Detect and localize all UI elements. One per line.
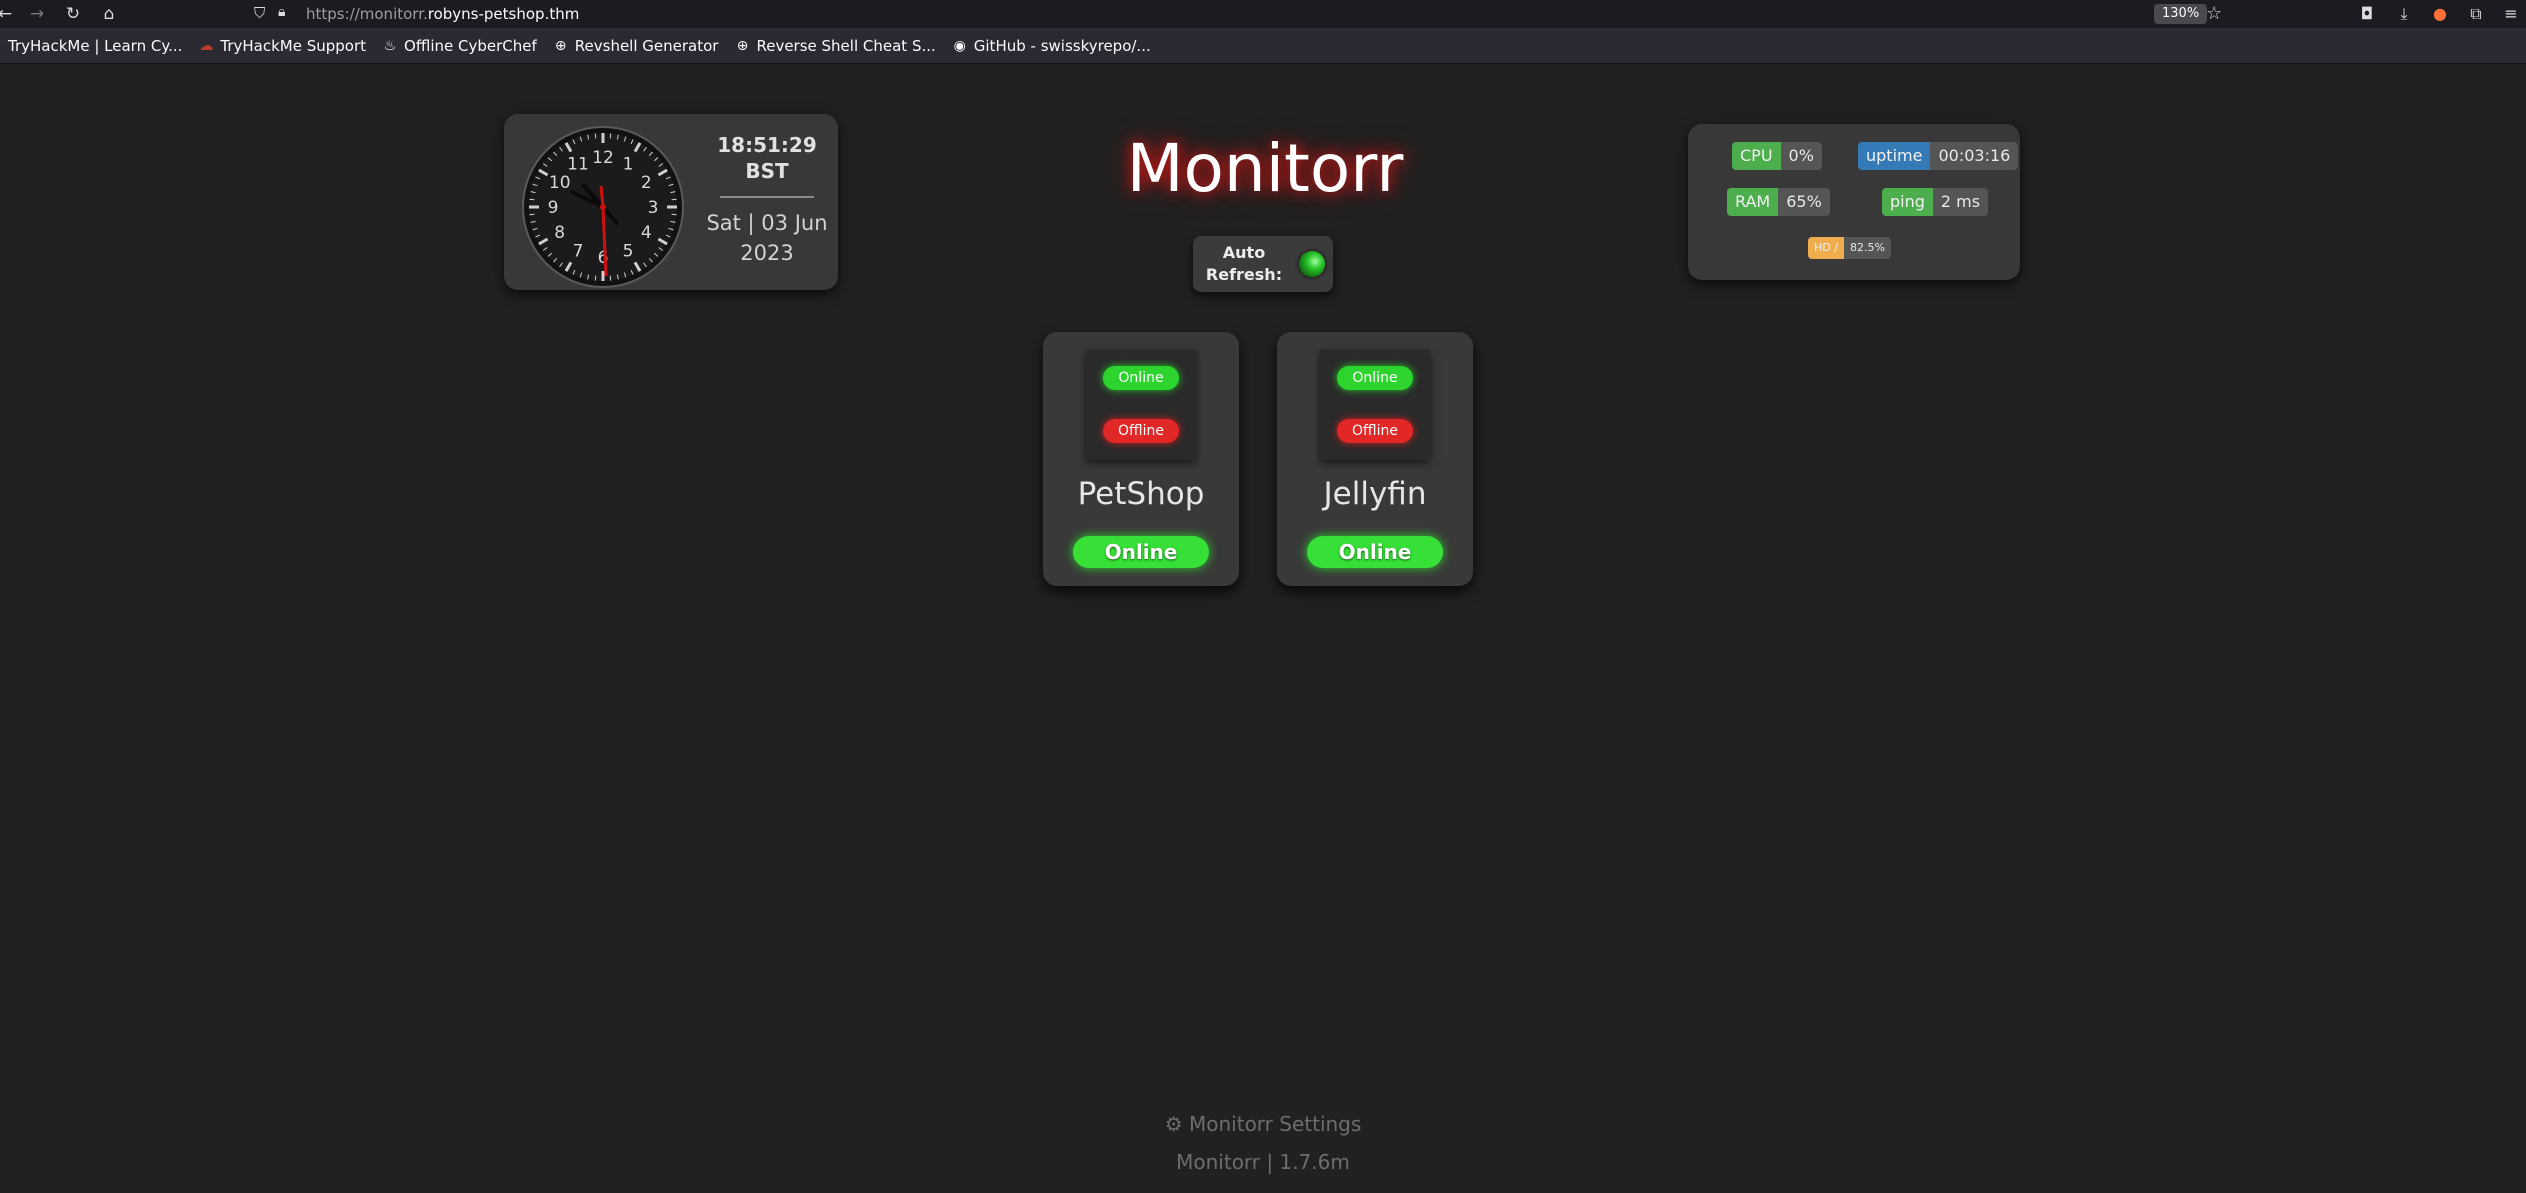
time-text: 18:51:29 (717, 133, 817, 157)
cpu-value: 0% (1780, 142, 1822, 170)
github-icon: ◉ (953, 38, 966, 54)
clock-date: Sat | 03 Jun 2023 (700, 208, 834, 268)
clock-tick (594, 275, 597, 281)
clock-tick (529, 213, 535, 216)
service-card-petshop[interactable]: Online Offline PetShop Online (1043, 332, 1239, 586)
clock-tick (671, 198, 677, 201)
clock-numeral: 5 (623, 241, 634, 261)
bookmarks-toolbar: TryHackMe | Learn Cy... ☁ TryHackMe Supp… (0, 29, 2526, 64)
back-icon[interactable]: ← (0, 3, 16, 25)
disk-label: HD / (1808, 237, 1844, 259)
service-card-jellyfin[interactable]: Online Offline Jellyfin Online (1277, 332, 1473, 586)
service-status-badge: Online (1073, 536, 1209, 568)
forward-icon[interactable]: → (26, 3, 48, 25)
clock-numeral: 12 (592, 148, 614, 168)
bookmark-label: GitHub - swisskyrepo/... (973, 37, 1151, 55)
clock-tick (529, 198, 535, 201)
pocket-icon[interactable]: ◘ (2356, 3, 2378, 25)
service-name: Jellyfin (1323, 476, 1427, 512)
ram-stat: RAM 65% (1727, 188, 1830, 216)
clock-divider (720, 196, 814, 198)
clock-numeral: 2 (641, 173, 652, 193)
uptime-stat: uptime 00:03:16 (1858, 142, 2019, 170)
browser-toolbar: ← → ↻ ⌂ ⛉ 🔒︎ https://monitorr.robyns-pet… (0, 0, 2526, 29)
clock-tick (671, 213, 677, 216)
timezone-text: BST (745, 159, 789, 183)
bookmark-label: TryHackMe Support (220, 37, 367, 55)
bookmark-label: Revshell Generator (574, 37, 719, 55)
service-status-badge: Online (1307, 536, 1443, 568)
ping-value: 2 ms (1932, 188, 1989, 216)
ping-label: ping (1882, 188, 1933, 216)
auto-refresh-indicator-icon[interactable] (1299, 251, 1325, 277)
uptime-label: uptime (1858, 142, 1931, 170)
bookmark-item[interactable]: TryHackMe | Learn Cy... (8, 37, 182, 55)
clock-tick (609, 275, 612, 281)
extensions-icon[interactable]: ⧉ (2465, 3, 2487, 25)
clock-numeral: 8 (554, 223, 565, 243)
shield-icon[interactable]: ⛉ (254, 4, 265, 22)
system-stats-widget: CPU 0% uptime 00:03:16 RAM 65% ping 2 ms… (1688, 124, 2020, 280)
bookmark-label: Offline CyberChef (404, 37, 537, 55)
disk-stat: HD / 82.5% (1808, 237, 1891, 259)
globe-icon: ⊕ (554, 38, 567, 54)
disk-value: 82.5% (1843, 237, 1891, 259)
menu-icon[interactable]: ≡ (2500, 3, 2522, 25)
zoom-level-badge[interactable]: 130% (2154, 4, 2208, 24)
bookmark-item[interactable]: ☁ TryHackMe Support (198, 37, 366, 55)
bookmark-star-icon[interactable]: ☆ (2206, 3, 2222, 24)
download-icon[interactable]: ⤓ (2393, 3, 2415, 25)
bookmark-label: TryHackMe | Learn Cy... (8, 37, 183, 55)
bookmark-item[interactable]: ⊕ Reverse Shell Cheat S... (734, 37, 936, 55)
analog-clock: 12 1234567891011 (522, 126, 684, 288)
date-line: Sat | 03 Jun (706, 211, 828, 235)
clock-digital-time: 18:51:29 BST (704, 132, 830, 184)
bookmark-item[interactable]: ♨ Offline CyberChef (382, 37, 537, 55)
ram-label: RAM (1727, 188, 1779, 216)
clock-tick (609, 133, 612, 139)
chef-hat-icon: ♨ (383, 38, 397, 54)
clock-numeral: 9 (548, 198, 559, 218)
url-text[interactable]: https://monitorr.robyns-petshop.thm (306, 5, 579, 23)
globe-icon: ⊕ (736, 38, 749, 54)
cpu-stat: CPU 0% (1732, 142, 1822, 170)
settings-link[interactable]: ⚙ Monitorr Settings (1100, 1112, 1426, 1136)
ping-stat: ping 2 ms (1882, 188, 1989, 216)
clock-numeral: 10 (549, 173, 571, 193)
lock-icon[interactable]: 🔒︎ (278, 4, 285, 20)
bookmark-item[interactable]: ⊕ Revshell Generator (553, 37, 719, 55)
version-text: Monitorr | 1.7.6m (1176, 1150, 1350, 1174)
clock-numeral: 1 (623, 155, 634, 175)
page-title: Monitorr (1126, 130, 1404, 207)
offline-indicator: Offline (1103, 419, 1179, 443)
cpu-label: CPU (1732, 142, 1781, 170)
clock-numeral: 11 (567, 155, 589, 175)
clock-numeral: 3 (648, 198, 659, 218)
firefox-account-icon[interactable]: ● (2429, 3, 2451, 25)
clock-numeral: 4 (641, 223, 652, 243)
service-status-image: Online Offline (1086, 350, 1196, 460)
year-line: 2023 (740, 241, 794, 265)
reload-icon[interactable]: ↻ (62, 3, 84, 25)
clock-numeral: 7 (573, 241, 584, 261)
uptime-value: 00:03:16 (1930, 142, 2019, 170)
settings-label: Monitorr Settings (1189, 1112, 1362, 1136)
home-icon[interactable]: ⌂ (98, 3, 120, 25)
service-name: PetShop (1077, 476, 1205, 512)
gear-icon: ⚙ (1164, 1112, 1183, 1136)
service-status-image: Online Offline (1320, 350, 1430, 460)
bookmark-item[interactable]: ◉ GitHub - swisskyrepo/... (952, 37, 1151, 55)
clock-widget: 12 1 2 3 4 5 6 7 8 9 10 11 18:51:29 BST Sat | 03 Ju… (504, 114, 838, 290)
auto-refresh-toggle[interactable]: Auto Refresh: (1193, 236, 1333, 292)
online-indicator: Online (1103, 366, 1179, 390)
ram-value: 65% (1778, 188, 1830, 216)
auto-refresh-label: Auto Refresh: (1205, 243, 1283, 284)
address-bar[interactable]: ⛉ 🔒︎ https://monitorr.robyns-petshop.thm… (246, 1, 2234, 27)
clock-tick (594, 133, 597, 139)
tryhackme-support-icon: ☁ (199, 38, 214, 54)
online-indicator: Online (1337, 366, 1413, 390)
offline-indicator: Offline (1337, 419, 1413, 443)
bookmark-label: Reverse Shell Cheat S... (756, 37, 936, 55)
